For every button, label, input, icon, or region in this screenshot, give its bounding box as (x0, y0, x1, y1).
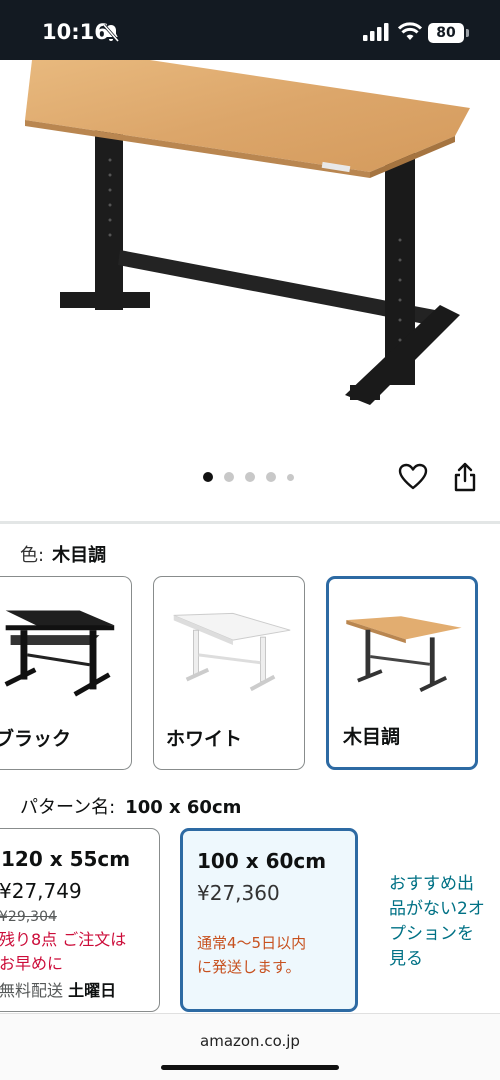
carousel-dot[interactable] (266, 472, 276, 482)
carousel-dots[interactable] (203, 472, 294, 482)
wood-desk-thumbnail (346, 616, 462, 692)
option-size: 120 x 55cm (1, 847, 131, 871)
bell-muted-icon (102, 24, 120, 42)
pattern-selection-header: パターン名: 100 x 60cm (20, 793, 241, 819)
color-selected-value: 木目調 (52, 545, 107, 566)
delivery-line: に発送します。 (197, 958, 301, 976)
product-image[interactable] (0, 60, 500, 460)
share-icon[interactable] (451, 461, 479, 493)
cellular-signal-icon (363, 23, 389, 41)
link-line: 品がない2オ (389, 899, 485, 919)
option-price: ¥27,360 (197, 881, 280, 905)
stock-warning: 残り8点 ご注文は お早めに (0, 928, 126, 976)
battery-indicator: 80 (428, 23, 464, 43)
color-selection-header: 色: 木目調 (20, 541, 106, 567)
option-list-price: ¥29,304 (0, 909, 57, 925)
carousel-dot[interactable] (287, 473, 294, 481)
stock-warning-line: 残り8点 ご注文は (0, 930, 127, 949)
battery-cap (466, 29, 469, 37)
shipping-label: 無料配送 (0, 981, 64, 1000)
delivery-estimate: 通常4〜5日以内 に発送します。 (197, 931, 306, 979)
pattern-option-100x60[interactable]: 100 x 60cm ¥27,360 通常4〜5日以内 に発送します。 (180, 828, 358, 1012)
home-indicator[interactable] (161, 1065, 339, 1070)
color-option-black[interactable]: ブラック (0, 576, 132, 770)
stock-warning-line: お早めに (0, 954, 64, 973)
color-label: 色: (20, 545, 45, 566)
color-option-wood[interactable]: 木目調 (326, 576, 478, 770)
carousel-dot[interactable] (203, 472, 213, 482)
see-other-options-link[interactable]: おすすめ出 品がない2オ プションを 見る (389, 872, 497, 972)
color-option-white[interactable]: ホワイト (153, 576, 305, 770)
heart-icon[interactable] (398, 462, 428, 492)
delivery-line: 通常4〜5日以内 (197, 934, 307, 952)
wifi-icon (398, 22, 422, 40)
black-desk-thumbnail (4, 610, 115, 697)
link-line: おすすめ出 (389, 874, 474, 894)
url-text[interactable]: amazon.co.jp (0, 1032, 500, 1050)
color-option-label: ホワイト (166, 728, 243, 750)
color-option-label: ブラック (0, 728, 72, 750)
shipping-day: 土曜日 (68, 981, 117, 1000)
link-line: プションを (389, 924, 474, 944)
option-size: 100 x 60cm (197, 849, 327, 873)
status-time: 10:16 (42, 20, 109, 44)
shipping-info: 無料配送 土曜日 (0, 977, 116, 1001)
carousel-dot[interactable] (245, 472, 255, 482)
pattern-selected-value: 100 x 60cm (125, 797, 242, 818)
link-line: 見る (389, 949, 423, 969)
pattern-label: パターン名: (20, 797, 116, 818)
pattern-option-120x55[interactable]: 120 x 55cm ¥27,749 ¥29,304 残り8点 ご注文は お早め… (0, 828, 160, 1012)
status-bar: 10:16 80 (0, 0, 500, 60)
product-page: 10:16 80 色: 木目調 ブラック ホワイト 木目調 パターン名: 100… (0, 0, 500, 1080)
option-price: ¥27,749 (0, 879, 82, 903)
color-option-label: 木目調 (343, 726, 401, 748)
carousel-dot[interactable] (224, 472, 234, 482)
section-divider (0, 521, 500, 524)
white-desk-thumbnail (173, 612, 291, 692)
